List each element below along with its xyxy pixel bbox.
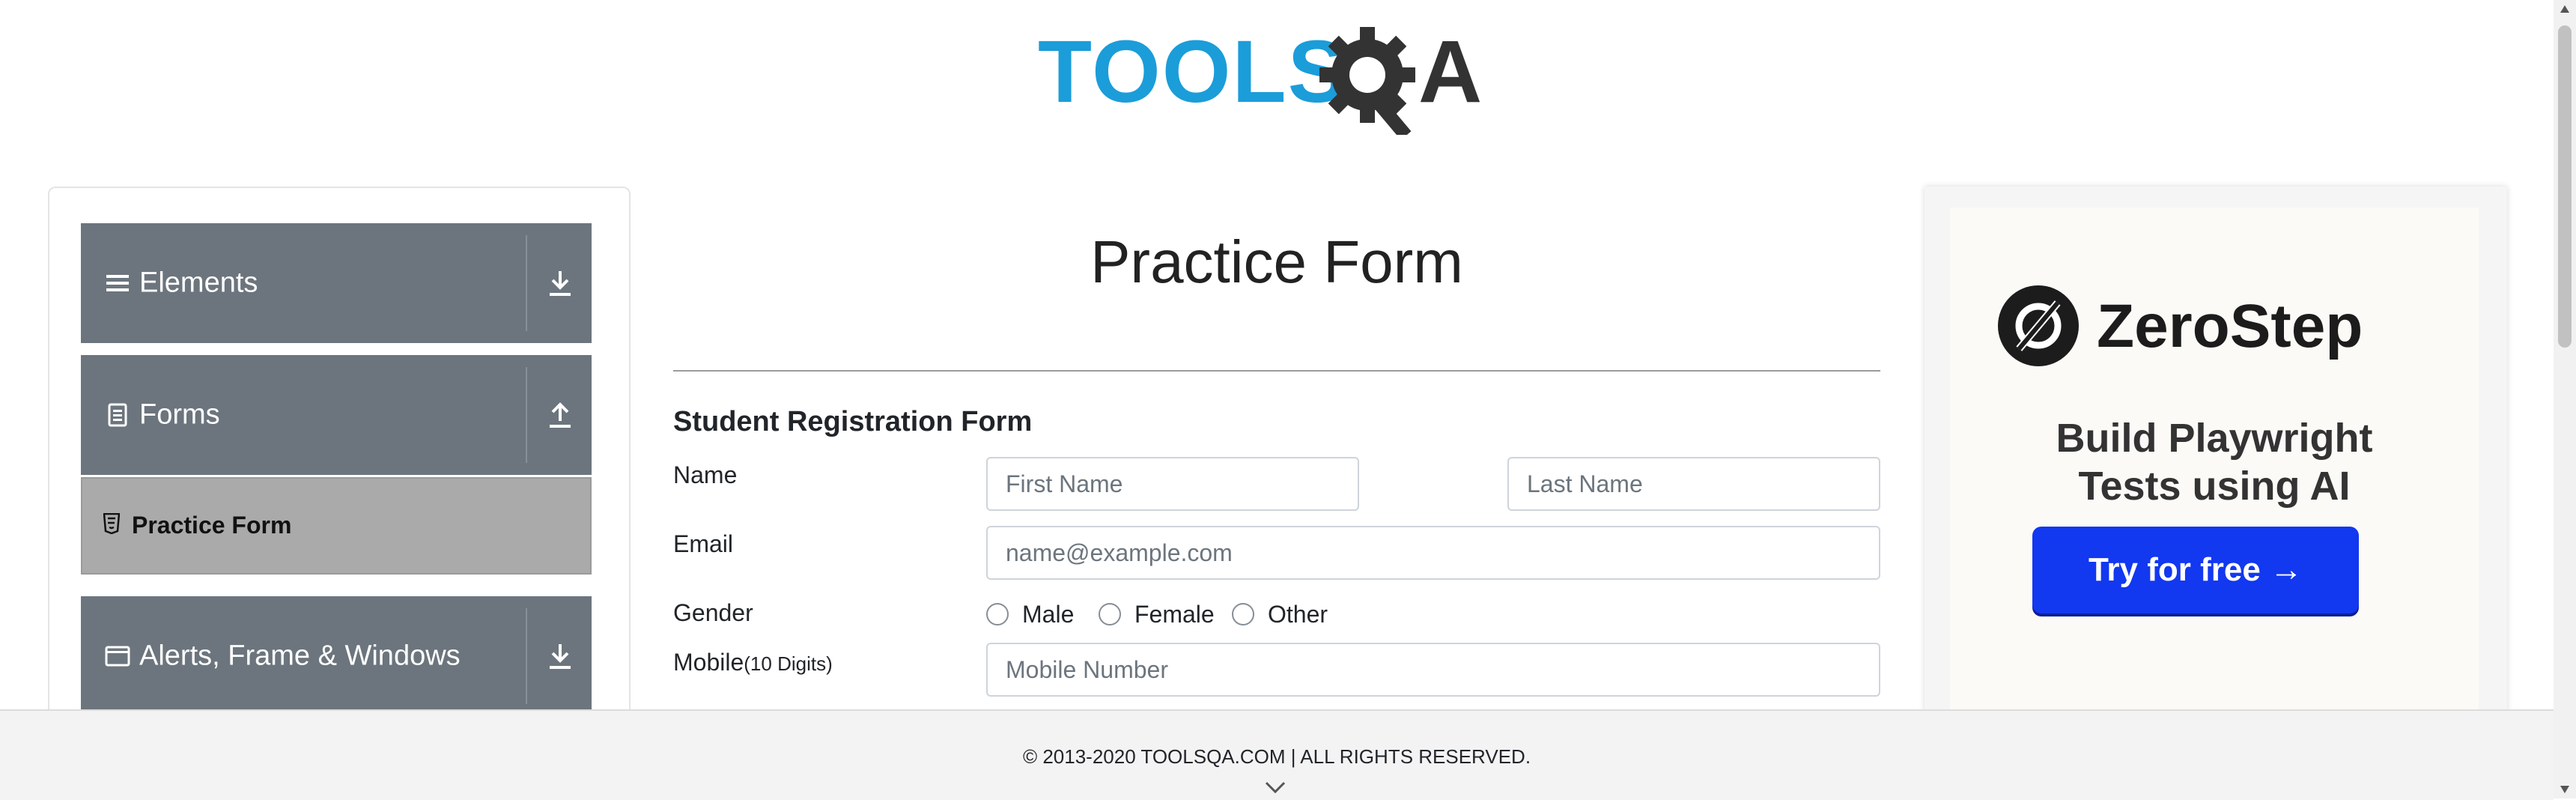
email-label: Email <box>673 530 734 557</box>
ad-tagline: Build Playwright Tests using AI <box>1950 414 2479 510</box>
divider <box>526 608 527 704</box>
sidebar-group-label: Alerts, Frame & Windows <box>139 640 461 672</box>
sidebar-group-elements[interactable]: Elements <box>81 223 592 343</box>
chevron-down-icon[interactable] <box>1264 780 1287 795</box>
radio-button[interactable] <box>1099 603 1121 625</box>
radio-label[interactable]: Other <box>1268 601 1328 628</box>
ad-tagline-line: Build Playwright <box>2056 416 2373 461</box>
radio-label[interactable]: Female <box>1134 601 1215 628</box>
mobile-input[interactable] <box>986 643 1880 697</box>
scroll-down-arrow-icon[interactable] <box>2560 785 2570 794</box>
sidebar-group-forms[interactable]: Forms <box>81 355 592 475</box>
zerostep-logo-icon <box>1998 285 2079 366</box>
sidebar-group-label: Elements <box>139 267 258 299</box>
toolsqa-logo[interactable]: TOOLS A <box>1038 22 1522 135</box>
first-name-input[interactable] <box>986 457 1359 511</box>
try-for-free-button[interactable]: Try for free → <box>2032 527 2359 613</box>
sidebar-item-label: Practice Form <box>132 512 292 539</box>
mobile-label: Mobile(10 Digits) <box>673 649 833 676</box>
advertisement[interactable]: ZeroStep Build Playwright Tests using AI… <box>1925 187 2507 717</box>
sidebar-group-alerts-frame-windows[interactable]: Alerts, Frame & Windows <box>81 596 592 716</box>
sidebar-item-practice-form[interactable]: Practice Form <box>81 477 592 575</box>
title-divider <box>673 370 1880 372</box>
sidebar-group-label: Forms <box>139 399 220 431</box>
hamburger-icon <box>105 270 130 296</box>
ad-brand-name: ZeroStep <box>2097 292 2363 360</box>
footer-copyright: © 2013-2020 TOOLSQA.COM | ALL RIGHTS RES… <box>1022 745 1531 768</box>
mobile-label-text: Mobile <box>673 649 744 676</box>
last-name-input[interactable] <box>1507 457 1880 511</box>
footer: © 2013-2020 TOOLSQA.COM | ALL RIGHTS RES… <box>0 709 2554 800</box>
radio-button[interactable] <box>986 603 1009 625</box>
logo-tools-text: TOOLS <box>1038 22 1348 121</box>
radio-label[interactable]: Male <box>1022 601 1074 628</box>
ad-tagline-line: Tests using AI <box>2078 464 2351 509</box>
window-icon <box>105 643 130 669</box>
scroll-up-arrow-icon[interactable] <box>2560 4 2570 13</box>
upload-arrow-icon[interactable] <box>547 400 574 430</box>
page-scrollbar[interactable] <box>2554 0 2576 799</box>
gender-radio-male[interactable]: Male <box>986 599 1074 629</box>
download-arrow-icon[interactable] <box>547 268 574 298</box>
sidebar: Elements Forms Practice Form Alerts, Fra… <box>48 187 631 742</box>
divider <box>526 367 527 463</box>
html5-icon <box>103 513 120 534</box>
logo-a-text: A <box>1418 22 1482 121</box>
mobile-hint: (10 Digits) <box>744 652 833 675</box>
form-heading: Student Registration Form <box>673 406 1033 437</box>
gender-label: Gender <box>673 599 753 626</box>
document-icon <box>105 402 130 428</box>
page-title: Practice Form <box>1090 228 1463 295</box>
ad-panel: ZeroStep Build Playwright Tests using AI… <box>1950 207 2479 717</box>
name-label: Name <box>673 461 738 488</box>
scrollbar-thumb[interactable] <box>2558 25 2572 348</box>
gender-radio-female[interactable]: Female <box>1099 599 1215 629</box>
radio-button[interactable] <box>1232 603 1254 625</box>
email-input[interactable] <box>986 526 1880 580</box>
gender-radio-other[interactable]: Other <box>1232 599 1328 629</box>
divider <box>526 235 527 331</box>
toolsqa-logo-graphic: TOOLS A <box>1038 22 1482 135</box>
download-arrow-icon[interactable] <box>547 641 574 671</box>
